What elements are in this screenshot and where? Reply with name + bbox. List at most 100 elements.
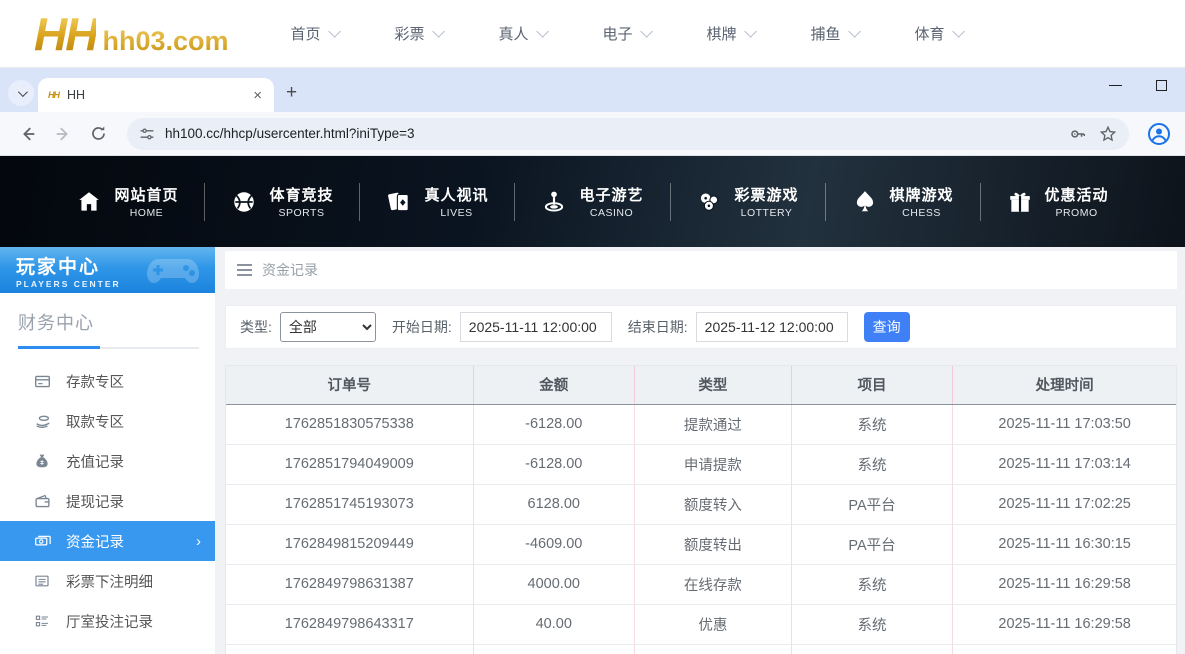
chevron-down-icon — [847, 25, 861, 38]
money-bag-icon — [34, 453, 52, 469]
new-tab-button[interactable]: + — [286, 82, 297, 104]
cell-process-time: 2025-11-11 17:03:14 — [952, 444, 1176, 485]
game-nav-title: 棋牌游戏 — [889, 187, 954, 204]
cell-process-time: 2025-11-11 16:29:58 — [952, 564, 1176, 605]
cell-order-id: 1762849798643317 — [226, 604, 474, 645]
forward-button[interactable] — [49, 120, 77, 148]
game-nav-subtitle: LIVES — [440, 207, 473, 219]
window-maximize-icon[interactable] — [1156, 80, 1167, 91]
game-nav-sports[interactable]: 体育竞技 SPORTS — [205, 184, 359, 219]
sidebar-item-fund-records[interactable]: 资金记录 › — [0, 521, 215, 561]
site-nav-sports[interactable]: 体育 — [915, 23, 1019, 44]
cell-project: 系统 — [791, 404, 954, 445]
sidebar-menu: 存款专区 取款专区 充值记录 提现记录 资金记录 › 彩票下注明细 厅室投注记录 — [0, 361, 215, 654]
logo-hh-text: HH — [34, 7, 98, 60]
nav-label: 彩票 — [394, 26, 425, 43]
search-button[interactable]: 查询 — [863, 312, 910, 342]
sidebar-item-withdraw[interactable]: 取款专区 — [0, 401, 215, 441]
site-nav-home[interactable]: 首页 — [291, 23, 395, 44]
cell-type: 额度转出 — [634, 524, 792, 565]
tab-close-icon[interactable]: × — [249, 87, 266, 104]
end-date-input[interactable] — [695, 312, 848, 342]
game-nav-chess[interactable]: 棋牌游戏 CHESS — [826, 184, 980, 219]
site-nav-slots[interactable]: 电子 — [603, 23, 707, 44]
sidebar-item-player-bet-report[interactable]: 玩家投注报表 — [0, 641, 215, 654]
chevron-down-icon — [639, 25, 653, 38]
logo-domain-text: hh03.com — [102, 25, 229, 56]
cell-amount: 4000.00 — [473, 564, 635, 605]
end-date-label: 结束日期: — [627, 319, 688, 335]
nav-label: 电子 — [602, 26, 633, 43]
cell-project: 系统 — [791, 444, 954, 485]
cell-type: 优惠 — [634, 604, 792, 645]
finance-section-title: 财务中心 — [18, 313, 94, 333]
site-nav: 首页 彩票 真人 电子 棋牌 捕鱼 体育 — [291, 23, 1019, 44]
site-nav-live[interactable]: 真人 — [499, 23, 603, 44]
game-nav-title: 网站首页 — [114, 187, 179, 204]
cell-project: 系统 — [791, 564, 954, 605]
site-nav-chess[interactable]: 棋牌 — [707, 23, 811, 44]
section-divider — [18, 346, 199, 349]
breadcrumb: 资金记录 — [225, 251, 1177, 289]
sidebar-item-label: 提现记录 — [66, 494, 124, 511]
nav-label: 体育 — [914, 26, 945, 43]
sidebar-item-label: 充值记录 — [66, 454, 124, 471]
table-row: 1762849798643317 40.00 优惠 系统 2025-11-11 … — [226, 604, 1176, 645]
filter-bar: 类型: 全部 开始日期: 结束日期: 查询 — [225, 305, 1177, 349]
game-nav-promo[interactable]: 优惠活动 PROMO — [981, 184, 1135, 219]
bookmark-star-icon[interactable] — [1099, 125, 1117, 143]
basketball-icon — [231, 189, 257, 215]
back-button[interactable] — [14, 120, 42, 148]
cell-process-time: 2025-11-11 16:29:58 — [952, 604, 1176, 645]
cell-amount: 6128.00 — [473, 484, 635, 525]
cell-project: 系统 — [791, 604, 954, 645]
reload-button[interactable] — [84, 120, 112, 148]
sidebar-item-lottery-bet-detail[interactable]: 彩票下注明细 — [0, 561, 215, 601]
cell-project: PA平台 — [791, 484, 954, 525]
sidebar-item-room-bet-records[interactable]: 厅室投注记录 — [0, 601, 215, 641]
url-text[interactable]: hh100.cc/hhcp/usercenter.html?iniType=3 — [165, 126, 1057, 141]
table-row: 1762851745193073 6128.00 额度转入 PA平台 2025-… — [226, 484, 1176, 525]
sidebar-item-label: 厅室投注记录 — [66, 614, 153, 631]
password-key-icon[interactable] — [1069, 125, 1087, 143]
chevron-down-icon — [327, 25, 341, 38]
start-date-input[interactable] — [459, 312, 612, 342]
site-logo[interactable]: HH hh03.com — [34, 11, 229, 57]
window-minimize-icon[interactable] — [1109, 84, 1122, 87]
breadcrumb-text: 资金记录 — [262, 262, 318, 278]
chevron-down-icon — [535, 25, 549, 38]
address-bar[interactable]: hh100.cc/hhcp/usercenter.html?iniType=3 — [127, 117, 1129, 150]
browser-tab[interactable]: HH HH × — [38, 78, 274, 112]
table-row: 1762851794049009 -6128.00 申请提款 系统 2025-1… — [226, 444, 1176, 485]
cell-order-id: 1762851794049009 — [226, 444, 474, 485]
sidebar-item-recharge-records[interactable]: 充值记录 — [0, 441, 215, 481]
tab-search-button[interactable] — [8, 80, 34, 106]
wallet-icon — [34, 493, 52, 510]
gamepad-icon — [145, 253, 201, 289]
screen: HH hh03.com 首页 彩票 真人 电子 棋牌 捕鱼 体育 HH HH ×… — [0, 0, 1185, 654]
cell-order-id: 1762849815209449 — [226, 524, 474, 565]
game-nav-live[interactable]: 真人视讯 LIVES — [360, 184, 514, 219]
game-nav-home[interactable]: 网站首页 HOME — [50, 184, 204, 219]
site-settings-icon[interactable] — [139, 126, 155, 142]
chevron-down-icon — [951, 25, 965, 38]
sidebar-item-withdrawal-records[interactable]: 提现记录 — [0, 481, 215, 521]
cell-amount: -6128.00 — [473, 404, 635, 445]
browser-toolbar: hh100.cc/hhcp/usercenter.html?iniType=3 — [0, 112, 1185, 156]
profile-avatar-icon[interactable] — [1147, 122, 1171, 146]
game-nav-casino[interactable]: 电子游艺 CASINO — [515, 184, 669, 219]
joystick-icon — [541, 189, 567, 215]
tab-title: HH — [67, 88, 86, 102]
checklist-icon — [34, 613, 52, 629]
hamburger-menu-icon[interactable] — [237, 264, 252, 276]
reload-icon — [91, 126, 105, 140]
chevron-down-icon — [743, 25, 757, 38]
tab-favicon: HH — [48, 90, 60, 100]
site-nav-lottery[interactable]: 彩票 — [395, 23, 499, 44]
cell-amount: -4609.00 — [473, 524, 635, 565]
site-nav-fishing[interactable]: 捕鱼 — [811, 23, 915, 44]
game-nav-lottery[interactable]: 彩票游戏 LOTTERY — [671, 184, 825, 219]
type-select[interactable]: 全部 — [279, 312, 376, 342]
sidebar-item-deposit[interactable]: 存款专区 — [0, 361, 215, 401]
game-nav-subtitle: CHESS — [902, 207, 941, 219]
